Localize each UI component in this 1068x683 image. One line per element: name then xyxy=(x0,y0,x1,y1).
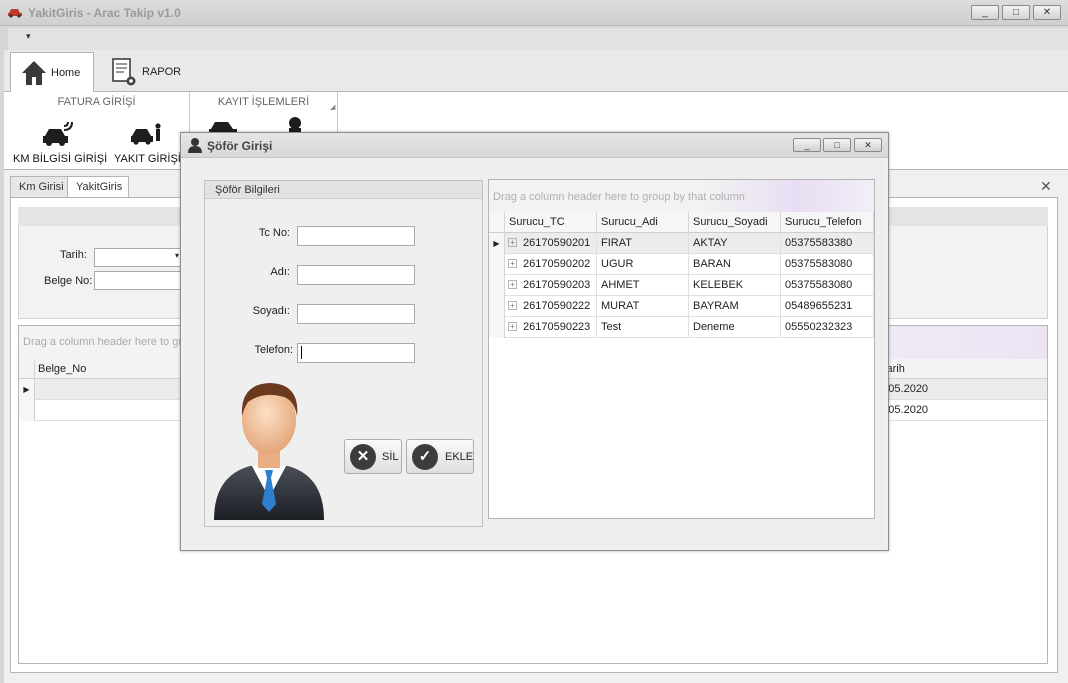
row-indicator xyxy=(489,296,505,317)
table-cell[interactable]: +26170590201 xyxy=(505,233,597,254)
table-cell[interactable]: 05489655231 xyxy=(781,296,874,317)
col-belge-no[interactable]: Belge_No xyxy=(38,363,86,375)
checkmark-icon: ✓ xyxy=(412,444,438,470)
dialog-title: Şöför Girişi xyxy=(207,139,273,153)
quick-access-dropdown-icon[interactable]: ▾ xyxy=(26,31,31,42)
car-signal-icon xyxy=(43,121,73,146)
car-fuel-icon xyxy=(131,123,161,145)
tab-rapor-label: RAPOR xyxy=(142,66,182,78)
ribbon-group-kayit-label: KAYIT İŞLEMLERİ xyxy=(217,96,310,108)
businessman-avatar xyxy=(214,383,324,520)
text-caret xyxy=(301,346,302,359)
document-close-icon[interactable]: ✕ xyxy=(1040,178,1052,195)
km-bilgisi-label: KM BİLGİSİ GİRİŞİ xyxy=(13,153,108,165)
app-title: YakitGiris - Arac Takip v1.0 xyxy=(28,6,181,20)
tab-home-label: Home xyxy=(51,66,81,79)
row-indicator xyxy=(19,400,35,421)
soyadi-field[interactable] xyxy=(297,304,415,324)
col-tarih[interactable]: Tarih xyxy=(881,363,941,375)
expand-plus-icon[interactable]: + xyxy=(508,238,517,247)
tab-yakit-giris[interactable]: YakitGiris xyxy=(67,176,129,198)
col-surucu-tc[interactable]: Surucu_TC xyxy=(505,212,597,233)
expand-plus-icon[interactable]: + xyxy=(508,301,517,310)
table-cell[interactable]: +26170590223 xyxy=(505,317,597,338)
table-cell[interactable]: KELEBEK xyxy=(689,275,781,296)
tarih-label: Tarih: xyxy=(60,249,87,261)
col-surucu-telefon[interactable]: Surucu_Telefon xyxy=(781,212,874,233)
row-indicator-icon: ▶ xyxy=(19,379,35,400)
delete-x-icon: ✕ xyxy=(350,444,376,470)
col-surucu-soyadi[interactable]: Surucu_Soyadi xyxy=(689,212,781,233)
tarih-date-edit[interactable] xyxy=(94,248,184,267)
maximize-button[interactable]: □ xyxy=(1002,5,1030,20)
cell-text: 26170590203 xyxy=(523,279,591,291)
cell-text: 26170590223 xyxy=(523,321,591,333)
belge-no-label: Belge No: xyxy=(44,275,93,287)
sil-label: SİL xyxy=(382,451,399,463)
tc-no-field[interactable] xyxy=(297,226,415,246)
ekle-label: EKLE xyxy=(445,451,474,463)
close-button[interactable]: ✕ xyxy=(1033,5,1061,20)
car-icon xyxy=(8,9,22,18)
table-cell[interactable]: 05375583080 xyxy=(781,254,874,275)
home-icon xyxy=(22,60,46,85)
dialog-maximize-button[interactable]: □ xyxy=(823,138,851,152)
adi-field[interactable] xyxy=(297,265,415,285)
table-cell[interactable]: 05375583380 xyxy=(781,233,874,254)
minimize-button[interactable]: _ xyxy=(971,5,999,20)
telefon-label: Telefon: xyxy=(254,344,293,356)
cell-text: 26170590201 xyxy=(523,237,591,249)
yakit-girisi-label: YAKIT GİRİŞİ xyxy=(114,153,181,165)
row-indicator-icon: ▶ xyxy=(489,233,505,254)
report-settings-icon xyxy=(112,58,136,86)
table-cell[interactable]: UGUR xyxy=(597,254,689,275)
row-indicator xyxy=(489,254,505,275)
belge-no-field[interactable] xyxy=(94,271,184,290)
table-cell[interactable]: +26170590222 xyxy=(505,296,597,317)
tc-no-label: Tc No: xyxy=(258,227,290,239)
quick-access-toolbar xyxy=(8,28,1068,50)
dialog-minimize-button[interactable]: _ xyxy=(793,138,821,152)
expand-plus-icon[interactable]: + xyxy=(508,280,517,289)
tab-home[interactable]: Home xyxy=(10,52,94,92)
sil-button[interactable]: ✕ SİL xyxy=(344,439,402,474)
date-dropdown-icon[interactable]: ▾ xyxy=(175,251,179,260)
adi-label: Adı: xyxy=(270,266,290,278)
table-cell[interactable]: +26170590203 xyxy=(505,275,597,296)
soyadi-label: Soyadı: xyxy=(252,305,290,317)
dialog-title-bar xyxy=(181,133,888,158)
table-cell[interactable]: FIRAT xyxy=(597,233,689,254)
yakit-grid-corner xyxy=(19,359,35,379)
sofor-grid-group-panel[interactable]: Drag a column header here to group by th… xyxy=(489,180,874,212)
yakit-girisi-button[interactable]: YAKIT GİRİŞİ xyxy=(110,116,184,168)
table-cell[interactable]: Deneme xyxy=(689,317,781,338)
ekle-button[interactable]: ✓ EKLE xyxy=(406,439,474,474)
km-bilgisi-button[interactable]: KM BİLGİSİ GİRİŞİ xyxy=(10,116,108,168)
table-cell[interactable]: 05550232323 xyxy=(781,317,874,338)
grid-corner xyxy=(489,212,505,233)
row-indicator xyxy=(489,275,505,296)
cell-text: 26170590222 xyxy=(523,300,591,312)
table-cell[interactable]: MURAT xyxy=(597,296,689,317)
table-cell[interactable]: 05375583080 xyxy=(781,275,874,296)
expand-plus-icon[interactable]: + xyxy=(508,322,517,331)
user-icon xyxy=(188,138,202,153)
row-indicator xyxy=(489,317,505,338)
table-cell[interactable]: AKTAY xyxy=(689,233,781,254)
table-cell[interactable]: AHMET xyxy=(597,275,689,296)
telefon-field[interactable] xyxy=(297,343,415,363)
table-cell[interactable]: +26170590202 xyxy=(505,254,597,275)
tab-rapor[interactable]: RAPOR xyxy=(100,52,191,92)
table-cell[interactable]: BARAN xyxy=(689,254,781,275)
cell-text: 26170590202 xyxy=(523,258,591,270)
tab-km-girisi[interactable]: Km Girisi xyxy=(10,176,73,198)
col-surucu-adi[interactable]: Surucu_Adi xyxy=(597,212,689,233)
ribbon-group-fatura-label: FATURA GİRİŞİ xyxy=(57,96,136,108)
dialog-close-button[interactable]: ✕ xyxy=(854,138,882,152)
table-cell[interactable]: Test xyxy=(597,317,689,338)
table-cell[interactable]: BAYRAM xyxy=(689,296,781,317)
sofor-bilgileri-title: Şöför Bilgileri xyxy=(215,184,280,196)
expand-plus-icon[interactable]: + xyxy=(508,259,517,268)
dialog-launcher-icon[interactable]: ◢ xyxy=(330,103,335,111)
